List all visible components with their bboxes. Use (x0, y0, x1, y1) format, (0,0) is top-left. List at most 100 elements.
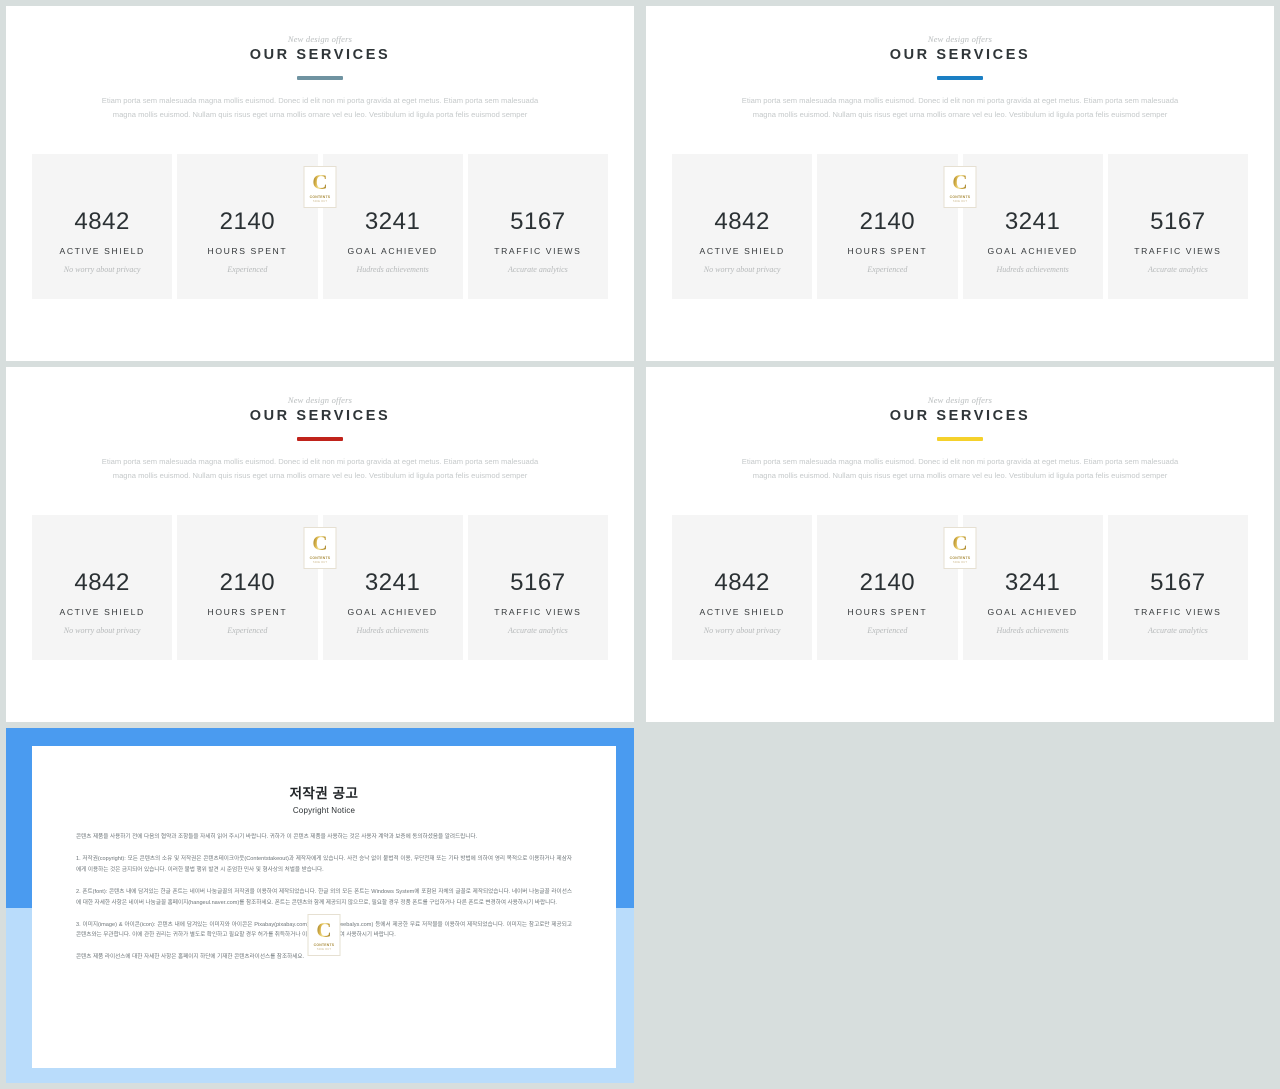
stat-label: TRAFFIC VIEWS (494, 607, 582, 617)
slide-panel-1[interactable]: New design offers OUR SERVICES Etiam por… (6, 6, 634, 361)
slide-content-2: New design offers OUR SERVICES Etiam por… (646, 6, 1274, 361)
slide-lead-text: Etiam porta sem malesuada magna mollis e… (741, 96, 1179, 120)
stat-sublabel: Hudreds achievements (356, 626, 429, 635)
accent-bar (937, 76, 983, 80)
watermark-line1: CONTENTS (313, 942, 335, 947)
stat-sublabel: Hudreds achievements (996, 265, 1069, 274)
copyright-paragraph-font: 2. 폰트(font): 콘텐츠 내에 담겨있는 한글 폰트는 네이버 나눔글꼴… (76, 888, 572, 906)
stat-sublabel: Experienced (227, 265, 268, 274)
stat-sublabel: Experienced (227, 626, 268, 635)
stat-label: HOURS SPENT (847, 246, 928, 256)
slide-panel-4[interactable]: New design offers OUR SERVICES Etiam por… (646, 367, 1274, 722)
stat-sublabel: Hudreds achievements (356, 265, 429, 274)
stat-card[interactable]: 4842 ACTIVE SHIELD No worry about privac… (672, 154, 813, 299)
contents-takeout-watermark-icon: C CONTENTS TAKE OUT (303, 166, 337, 208)
stat-card[interactable]: 3241 GOAL ACHIEVED Hudreds achievements (322, 154, 463, 299)
stat-value: 3241 (364, 208, 421, 235)
copyright-notice-panel[interactable]: 저작권 공고 Copyright Notice 콘텐츠 제품을 사용하기 전에 … (6, 728, 634, 1083)
contents-takeout-watermark-icon: C CONTENTS TAKE OUT (943, 166, 977, 208)
stat-card[interactable]: 2140 HOURS SPENT Experienced (177, 515, 318, 660)
stat-card[interactable]: 3241 GOAL ACHIEVED Hudreds achievements (962, 154, 1103, 299)
stat-value: 4842 (714, 208, 770, 235)
watermark-line1: CONTENTS (949, 194, 971, 199)
stat-label: GOAL ACHIEVED (987, 607, 1078, 617)
watermark-letter: C (312, 169, 328, 194)
slide-panel-3[interactable]: New design offers OUR SERVICES Etiam por… (6, 367, 634, 722)
accent-bar (297, 437, 343, 441)
stat-label: ACTIVE SHIELD (699, 607, 785, 617)
watermark-line2: TAKE OUT (312, 560, 328, 564)
stat-label: GOAL ACHIEVED (347, 246, 438, 256)
watermark-line1: CONTENTS (309, 555, 331, 560)
stat-value: 3241 (1004, 208, 1061, 235)
watermark-line2: TAKE OUT (952, 560, 968, 564)
stat-value: 2140 (219, 569, 276, 596)
stat-label: GOAL ACHIEVED (987, 246, 1078, 256)
stat-label: ACTIVE SHIELD (699, 246, 785, 256)
stat-card[interactable]: 2140 HOURS SPENT Experienced (817, 154, 958, 299)
watermark-letter: C (952, 530, 968, 555)
accent-bar (937, 437, 983, 441)
slide-lead-text: Etiam porta sem malesuada magna mollis e… (101, 96, 539, 120)
contents-takeout-watermark-icon: C CONTENTS TAKE OUT (303, 527, 337, 569)
stat-sublabel: Hudreds achievements (996, 626, 1069, 635)
stat-value: 3241 (364, 569, 421, 596)
stat-card[interactable]: 5167 TRAFFIC VIEWS Accurate analytics (1107, 154, 1248, 299)
stat-label: ACTIVE SHIELD (59, 246, 145, 256)
stat-card[interactable]: 4842 ACTIVE SHIELD No worry about privac… (672, 515, 813, 660)
stat-card[interactable]: 5167 TRAFFIC VIEWS Accurate analytics (1107, 515, 1248, 660)
slide-eyebrow: New design offers (927, 395, 993, 405)
stat-value: 4842 (74, 569, 130, 596)
stat-sublabel: No worry about privacy (63, 626, 141, 635)
stat-value: 4842 (74, 208, 130, 235)
contents-takeout-watermark-icon: C CONTENTS TAKE OUT (943, 527, 977, 569)
stat-card[interactable]: 4842 ACTIVE SHIELD No worry about privac… (32, 154, 173, 299)
slide-title: OUR SERVICES (889, 408, 1031, 424)
stat-sublabel: Accurate analytics (1147, 265, 1208, 274)
slide-eyebrow: New design offers (927, 34, 993, 44)
slide-eyebrow: New design offers (287, 34, 353, 44)
screenshot-canvas: New design offers OUR SERVICES Etiam por… (0, 0, 1280, 1089)
slide-eyebrow: New design offers (287, 395, 353, 405)
accent-bar (297, 76, 343, 80)
stat-card[interactable]: 5167 TRAFFIC VIEWS Accurate analytics (467, 154, 608, 299)
stat-sublabel: Accurate analytics (507, 626, 568, 635)
copyright-paragraph-intro: 콘텐츠 제품을 사용하기 전에 다음의 협약과 조항들을 자세히 읽어 주시기 … (76, 834, 478, 840)
stat-sublabel: Experienced (867, 626, 908, 635)
watermark-letter: C (312, 530, 328, 555)
slide-lead-text: Etiam porta sem malesuada magna mollis e… (101, 457, 539, 481)
watermark-letter: C (952, 169, 968, 194)
watermark-line1: CONTENTS (309, 194, 331, 199)
stat-card[interactable]: 5167 TRAFFIC VIEWS Accurate analytics (467, 515, 608, 660)
copyright-title-korean: 저작권 공고 (289, 786, 359, 801)
stat-card[interactable]: 2140 HOURS SPENT Experienced (817, 515, 958, 660)
contents-takeout-watermark-icon: C CONTENTS TAKE OUT (307, 914, 341, 956)
stat-card[interactable]: 3241 GOAL ACHIEVED Hudreds achievements (322, 515, 463, 660)
watermark-line2: TAKE OUT (316, 947, 332, 951)
stat-value: 5167 (510, 569, 566, 596)
stat-sublabel: Accurate analytics (1147, 626, 1208, 635)
stat-sublabel: Experienced (867, 265, 908, 274)
stat-sublabel: No worry about privacy (63, 265, 141, 274)
stat-value: 2140 (859, 569, 916, 596)
watermark-line1: CONTENTS (949, 555, 971, 560)
stat-value: 5167 (1150, 569, 1206, 596)
stat-sublabel: Accurate analytics (507, 265, 568, 274)
stat-card[interactable]: 2140 HOURS SPENT Experienced (177, 154, 318, 299)
stat-label: TRAFFIC VIEWS (494, 246, 582, 256)
stat-label: GOAL ACHIEVED (347, 607, 438, 617)
stat-card[interactable]: 3241 GOAL ACHIEVED Hudreds achievements (962, 515, 1103, 660)
watermark-letter: C (316, 917, 332, 942)
slide-panel-2[interactable]: New design offers OUR SERVICES Etiam por… (646, 6, 1274, 361)
stat-label: HOURS SPENT (207, 246, 288, 256)
slide-content-3: New design offers OUR SERVICES Etiam por… (6, 367, 634, 722)
stat-value: 2140 (219, 208, 276, 235)
copyright-title-english: Copyright Notice (292, 806, 356, 815)
empty-background-area (640, 725, 1280, 1089)
stat-value: 2140 (859, 208, 916, 235)
copyright-paragraph-copyright: 1. 저작권(copyright): 모든 콘텐츠의 소유 및 저작권은 콘텐츠… (76, 855, 572, 873)
stat-card[interactable]: 4842 ACTIVE SHIELD No worry about privac… (32, 515, 173, 660)
copyright-document: 저작권 공고 Copyright Notice 콘텐츠 제품을 사용하기 전에 … (32, 746, 616, 1068)
slide-content-1: New design offers OUR SERVICES Etiam por… (6, 6, 634, 361)
slide-title: OUR SERVICES (249, 47, 391, 63)
